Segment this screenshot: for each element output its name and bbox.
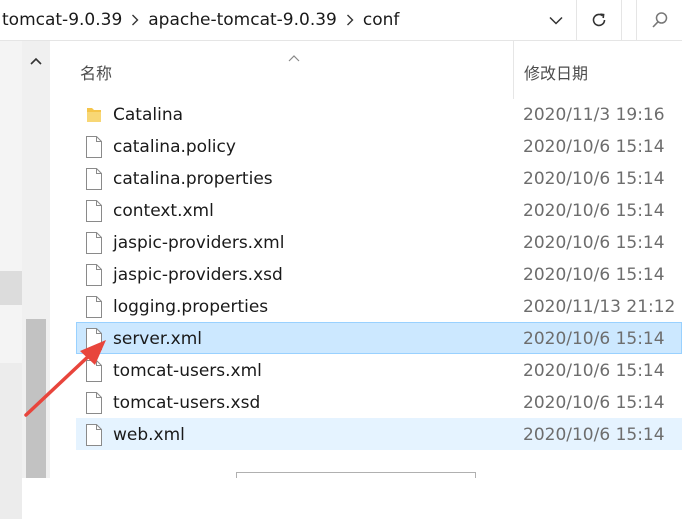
file-name: tomcat-users.xml (113, 361, 262, 381)
file-name: server.xml (113, 329, 203, 349)
file-icon (85, 264, 103, 286)
column-divider[interactable] (513, 41, 514, 99)
file-row[interactable]: logging.properties 2020/11/13 21:12 (76, 290, 682, 322)
file-name: catalina.properties (113, 169, 273, 189)
chevron-right-icon[interactable] (124, 14, 146, 26)
file-name: catalina.policy (113, 137, 236, 157)
refresh-icon (592, 13, 606, 27)
address-history-button[interactable] (536, 0, 576, 40)
file-date-modified: 2020/10/6 15:14 (523, 361, 665, 381)
file-row[interactable]: jaspic-providers.xsd 2020/10/6 15:14 (76, 258, 682, 290)
breadcrumb: tomcat-9.0.39 apache-tomcat-9.0.39 conf (0, 0, 530, 40)
file-date-modified: 2020/10/6 15:14 (523, 329, 665, 349)
file-icon (85, 328, 103, 350)
breadcrumb-conf[interactable]: conf (361, 10, 402, 30)
column-header-date-modified[interactable]: 修改日期 (524, 60, 588, 84)
file-date-modified: 2020/11/3 19:16 (523, 105, 665, 125)
file-icon (85, 136, 103, 158)
file-name: jaspic-providers.xsd (113, 265, 283, 285)
chevron-up-icon (30, 57, 42, 65)
column-header: 名称 修改日期 (50, 41, 682, 99)
file-date-modified: 2020/10/6 15:14 (523, 425, 665, 445)
file-list: Catalina 2020/11/3 19:16 catalina.policy 20… (76, 98, 682, 450)
file-icon (85, 200, 103, 222)
breadcrumb-tomcat[interactable]: tomcat-9.0.39 (0, 10, 124, 30)
file-name: context.xml (113, 201, 214, 221)
file-row[interactable]: context.xml 2020/10/6 15:14 (76, 194, 682, 226)
file-icon (85, 360, 103, 382)
refresh-button[interactable] (576, 0, 622, 40)
file-icon (85, 168, 103, 190)
file-name: jaspic-providers.xml (113, 233, 285, 253)
file-icon (85, 296, 103, 318)
horizontal-scrollbar[interactable] (236, 472, 476, 478)
nav-scrollbar[interactable] (22, 41, 50, 478)
file-name: logging.properties (113, 297, 269, 317)
file-row[interactable]: jaspic-providers.xml 2020/10/6 15:14 (76, 226, 682, 258)
nav-selected-item[interactable] (0, 271, 22, 305)
file-date-modified: 2020/10/6 15:14 (523, 137, 665, 157)
file-row[interactable]: Catalina 2020/11/3 19:16 (76, 98, 682, 130)
file-date-modified: 2020/10/6 15:14 (523, 169, 665, 189)
file-date-modified: 2020/10/6 15:14 (523, 201, 665, 221)
file-icon (85, 424, 103, 446)
scroll-up-button[interactable] (22, 41, 50, 81)
file-row[interactable]: tomcat-users.xsd 2020/10/6 15:14 (76, 386, 682, 418)
breadcrumb-apache-tomcat[interactable]: apache-tomcat-9.0.39 (146, 10, 339, 30)
sort-ascending-icon (288, 47, 300, 66)
search-box[interactable] (636, 0, 682, 40)
chevron-down-icon (549, 16, 563, 25)
file-row[interactable]: catalina.properties 2020/10/6 15:14 (76, 162, 682, 194)
file-row[interactable]: web.xml 2020/10/6 15:14 (76, 418, 682, 450)
column-header-name[interactable]: 名称 (80, 60, 112, 84)
file-row[interactable]: tomcat-users.xml 2020/10/6 15:14 (76, 354, 682, 386)
file-name: tomcat-users.xsd (113, 393, 261, 413)
file-name: web.xml (113, 425, 185, 445)
file-row[interactable]: catalina.policy 2020/10/6 15:14 (76, 130, 682, 162)
address-bar: tomcat-9.0.39 apache-tomcat-9.0.39 conf (0, 0, 682, 41)
file-row[interactable]: server.xml 2020/10/6 15:14 (76, 322, 682, 354)
search-icon (652, 12, 668, 28)
chevron-right-icon[interactable] (339, 14, 361, 26)
file-date-modified: 2020/10/6 15:14 (523, 233, 665, 253)
file-date-modified: 2020/11/13 21:12 (523, 297, 676, 317)
navigation-pane[interactable] (0, 41, 22, 519)
file-name: Catalina (113, 105, 184, 125)
file-date-modified: 2020/10/6 15:14 (523, 265, 665, 285)
scrollbar-thumb[interactable] (26, 319, 46, 478)
file-date-modified: 2020/10/6 15:14 (523, 393, 665, 413)
nav-pane-lower (0, 363, 22, 519)
file-icon (85, 392, 103, 414)
file-icon (85, 232, 103, 254)
folder-icon (85, 104, 103, 126)
